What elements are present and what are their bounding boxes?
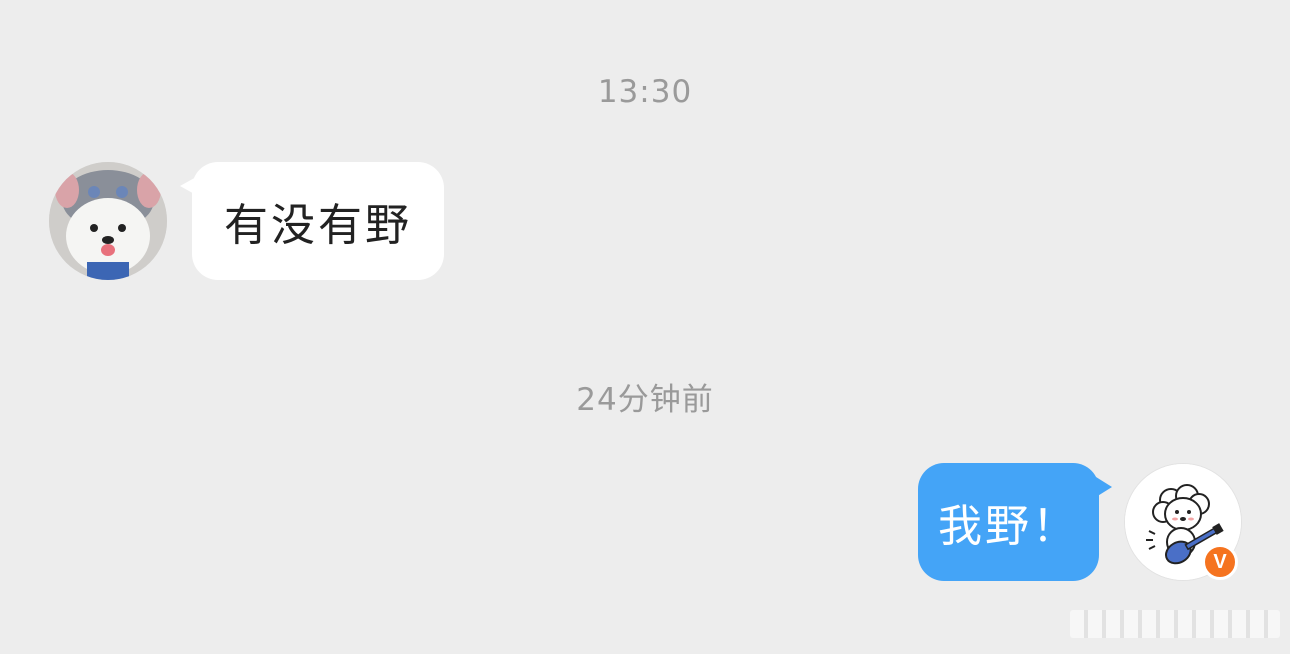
timestamp: 13:30 (597, 74, 693, 110)
message-text: 有没有野 (224, 200, 412, 251)
timestamp: 24分钟前 (576, 382, 714, 418)
message-text: 我野！ (938, 501, 1079, 552)
incoming-message-bubble[interactable]: 有没有野 (192, 162, 444, 280)
chat-screen: 13:30 有没有野 24分钟前 我野！ V (0, 0, 1290, 654)
watermark (1070, 610, 1280, 638)
contact-avatar[interactable] (49, 162, 167, 280)
verified-v-badge-icon: V (1202, 544, 1238, 580)
outgoing-message-bubble[interactable]: 我野！ (918, 463, 1099, 581)
samoyed-dog-icon (49, 162, 167, 280)
